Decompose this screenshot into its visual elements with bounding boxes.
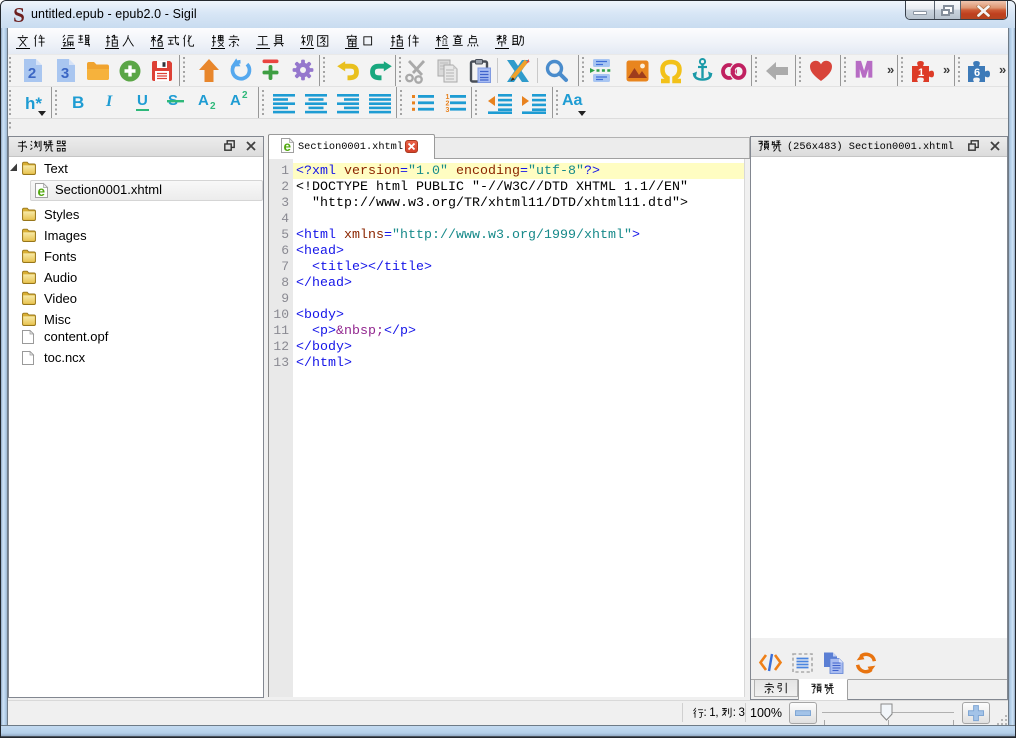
svg-text:2: 2 — [28, 65, 36, 82]
svg-text:e: e — [283, 139, 291, 154]
svg-text:e: e — [37, 184, 45, 199]
svg-text:M: M — [855, 57, 873, 82]
svg-text:3: 3 — [61, 65, 69, 82]
svg-text:6: 6 — [974, 67, 980, 79]
svg-text:1: 1 — [918, 67, 924, 79]
svg-text:3: 3 — [446, 107, 450, 114]
